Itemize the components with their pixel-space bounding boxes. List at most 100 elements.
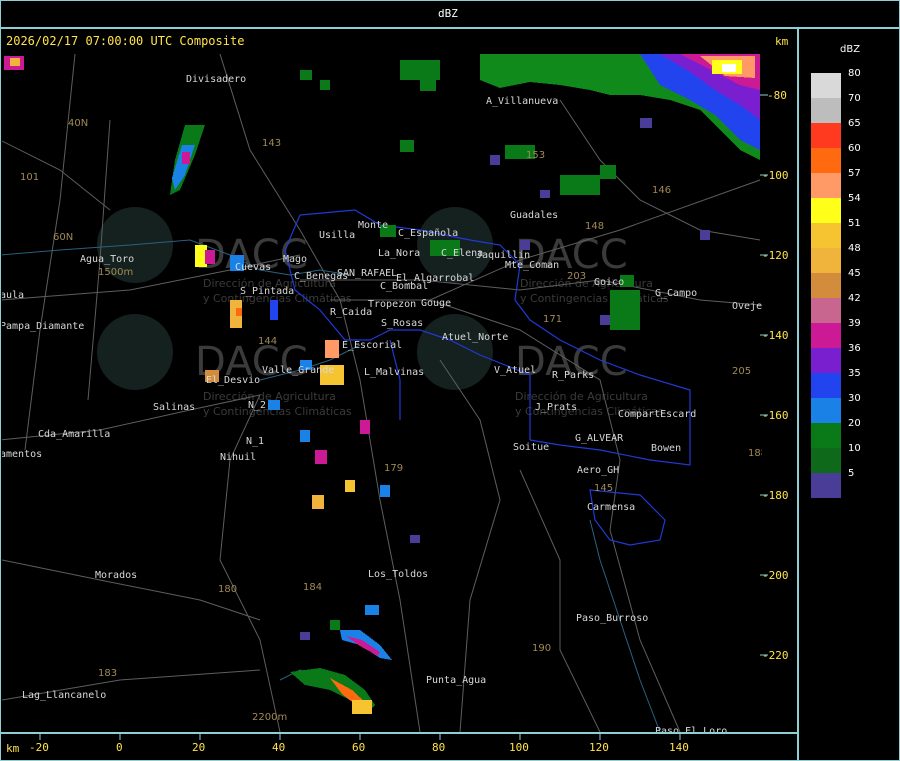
- legend-swatch: [811, 473, 841, 498]
- legend-swatch: [811, 298, 841, 323]
- place-label: J_Prats: [535, 402, 577, 413]
- y-tick: -100: [762, 169, 789, 182]
- place-label: Atuel_Norte: [442, 332, 508, 343]
- road-number: 145: [594, 483, 613, 494]
- legend-label: 20: [848, 418, 861, 429]
- place-label: Divisadero: [186, 74, 246, 85]
- x-tick: 20: [192, 741, 206, 754]
- road-number: 148: [585, 221, 604, 232]
- place-label: Valle_Grande: [262, 365, 334, 376]
- place-label: V_Atuel: [494, 365, 536, 376]
- place-label: S_Rosas: [381, 318, 423, 329]
- place-label: Monte: [358, 220, 388, 231]
- place-label: R_Caida: [330, 307, 372, 318]
- legend-swatch: [811, 148, 841, 173]
- legend-swatch: [811, 398, 841, 423]
- place-label: R_Parks: [552, 370, 594, 381]
- y-tick: -180: [762, 489, 789, 502]
- place-label: Agua_Toro: [80, 254, 134, 265]
- y-axis-unit: km: [775, 35, 789, 48]
- road-number: 153: [526, 150, 545, 161]
- x-axis-unit: km: [6, 742, 20, 755]
- legend-label: 39: [848, 318, 861, 329]
- legend-swatch: [811, 423, 841, 448]
- legend-swatch: [811, 123, 841, 148]
- place-label: Oveje: [732, 301, 762, 312]
- y-tick: -220: [762, 649, 789, 662]
- legend-swatch: [811, 198, 841, 223]
- x-tick: 40: [272, 741, 286, 754]
- x-tick: 60: [352, 741, 366, 754]
- road-number: 180: [218, 584, 237, 595]
- y-tick: -200: [762, 569, 789, 582]
- x-tick: 120: [589, 741, 609, 754]
- place-label: La_Nora: [378, 248, 420, 259]
- place-label: S_Pintada: [240, 286, 294, 297]
- place-label: Usilla: [319, 230, 355, 241]
- watermark-logos: DACC DACC DACC DACC Dirección de Agricul…: [97, 207, 669, 418]
- place-label: Lag_Llancanelo: [22, 690, 106, 701]
- y-tick: -140: [762, 329, 789, 342]
- y-tick: -80: [767, 89, 787, 102]
- place-label: Mago: [283, 254, 307, 265]
- place-label: Carmensa: [587, 502, 635, 513]
- legend-label: 35: [848, 368, 861, 379]
- legend-swatch: [811, 73, 841, 98]
- place-label: Nihuil: [220, 452, 256, 463]
- place-label: El_Desvio: [206, 375, 260, 386]
- place-label: E_Escorial: [342, 340, 402, 351]
- legend-swatch: [811, 323, 841, 348]
- legend-swatch: [811, 348, 841, 373]
- legend-swatch: [811, 223, 841, 248]
- terrain-labels: 40N 1500m 2200m: [68, 118, 287, 723]
- place-label: G_Campo: [655, 288, 697, 299]
- legend-label: 65: [848, 118, 861, 129]
- x-tick: 100: [509, 741, 529, 754]
- x-tick: -20: [29, 741, 49, 754]
- road-number: 60N: [53, 232, 73, 243]
- place-label: Aero_GH: [577, 465, 619, 476]
- place-label: Bowen: [651, 443, 681, 454]
- x-tick: 140: [669, 741, 689, 754]
- legend-label: 10: [848, 443, 861, 454]
- place-label: SAN_RAFAEL: [337, 268, 397, 279]
- legend-label: 60: [848, 143, 861, 154]
- place-label: Gouge: [421, 298, 451, 309]
- place-label: L_Malvinas: [364, 367, 424, 378]
- road-number: 205: [732, 366, 751, 377]
- place-label: Salinas: [153, 402, 195, 413]
- legend-label: 54: [848, 193, 861, 204]
- legend-swatch: [811, 248, 841, 273]
- place-label: aula: [0, 290, 24, 301]
- place-label: Guadales: [510, 210, 558, 221]
- place-label: A_Villanueva: [486, 96, 558, 107]
- legend-label: 80: [848, 68, 861, 79]
- legend-title: dBZ: [840, 44, 861, 55]
- place-label: Cuevas: [235, 262, 271, 273]
- legend-swatch: [811, 98, 841, 123]
- road-number: 146: [652, 185, 671, 196]
- y-tick: -160: [762, 409, 789, 422]
- legend-label: 51: [848, 218, 861, 229]
- place-label: Morados: [95, 570, 137, 581]
- legend-label: 45: [848, 268, 861, 279]
- legend-label: 42: [848, 293, 861, 304]
- place-label: Punta_Agua: [426, 675, 486, 686]
- road-number: 40N: [68, 118, 88, 129]
- place-label: N_2: [248, 400, 266, 411]
- y-tick: -120: [762, 249, 789, 262]
- legend-swatch: [811, 173, 841, 198]
- road-number: 179: [384, 463, 403, 474]
- radar-map[interactable]: DACC DACC DACC DACC Dirección de Agricul…: [0, 0, 900, 761]
- place-label: C_Bombal: [380, 281, 428, 292]
- place-label: Goico: [594, 277, 624, 288]
- place-label: N_1: [246, 436, 264, 447]
- place-label: Los_Toldos: [368, 569, 428, 580]
- road-number: 203: [567, 271, 586, 282]
- timestamp-label: 2026/02/17 07:00:00 UTC Composite: [6, 34, 245, 48]
- legend-label: 30: [848, 393, 861, 404]
- road-number: 190: [532, 643, 551, 654]
- place-label: Pampa_Diamante: [0, 321, 84, 332]
- legend-swatch: [811, 273, 841, 298]
- legend-swatch: [811, 373, 841, 398]
